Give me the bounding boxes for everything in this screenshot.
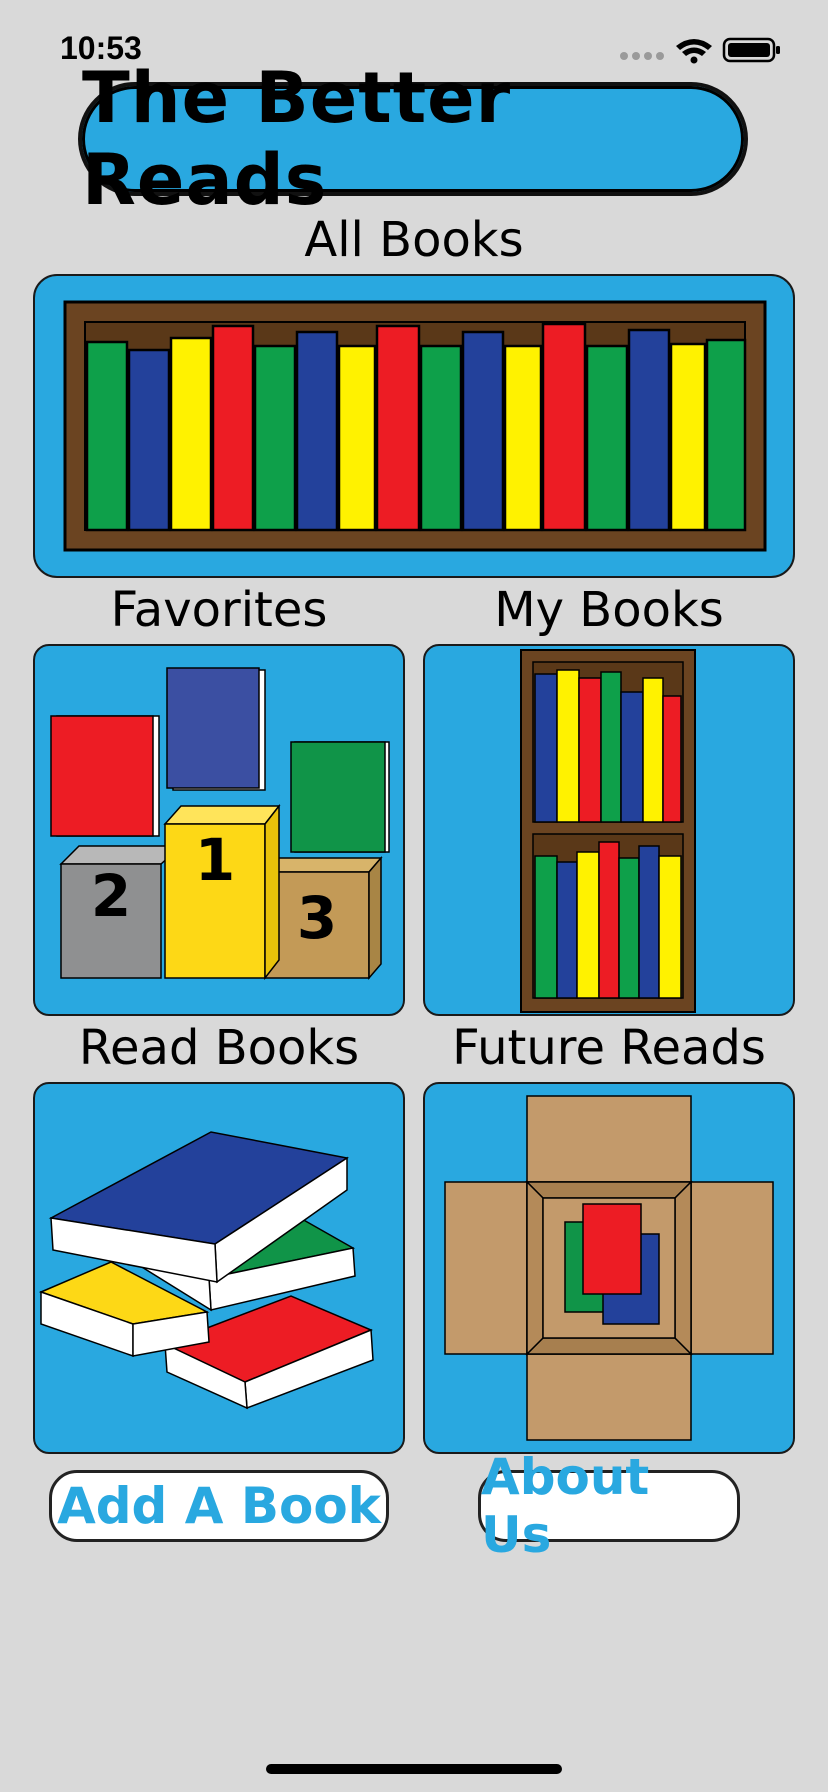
about-us-button[interactable]: About Us bbox=[478, 1448, 740, 1564]
app-title: The Better Reads bbox=[82, 57, 512, 221]
all-books-tile[interactable] bbox=[33, 274, 795, 578]
favorites-tile[interactable]: 1 2 3 bbox=[33, 644, 405, 1016]
podium-number-1: 1 bbox=[195, 826, 235, 894]
future-reads-tile[interactable] bbox=[423, 1082, 795, 1454]
book-stack-icon bbox=[38, 1131, 374, 1410]
favorites-label: Favorites bbox=[110, 582, 328, 638]
my-books-label: My Books bbox=[494, 582, 724, 638]
read-books-tile[interactable] bbox=[33, 1082, 405, 1454]
podium-number-2: 2 bbox=[91, 862, 131, 930]
home-indicator[interactable] bbox=[266, 1764, 562, 1774]
future-reads-label: Future Reads bbox=[452, 1020, 766, 1076]
podium-icon: 1 2 3 bbox=[50, 667, 390, 981]
all-books-label: All Books bbox=[304, 212, 524, 268]
app-title-banner: The Better Reads bbox=[78, 57, 748, 221]
podium-number-3: 3 bbox=[297, 884, 337, 952]
bookcase-icon bbox=[520, 649, 696, 1013]
open-box-icon bbox=[444, 1095, 774, 1441]
my-books-tile[interactable] bbox=[423, 644, 795, 1016]
read-books-label: Read Books bbox=[78, 1020, 360, 1076]
add-book-button[interactable]: Add A Book bbox=[49, 1470, 389, 1542]
bookshelf-icon bbox=[63, 300, 767, 552]
